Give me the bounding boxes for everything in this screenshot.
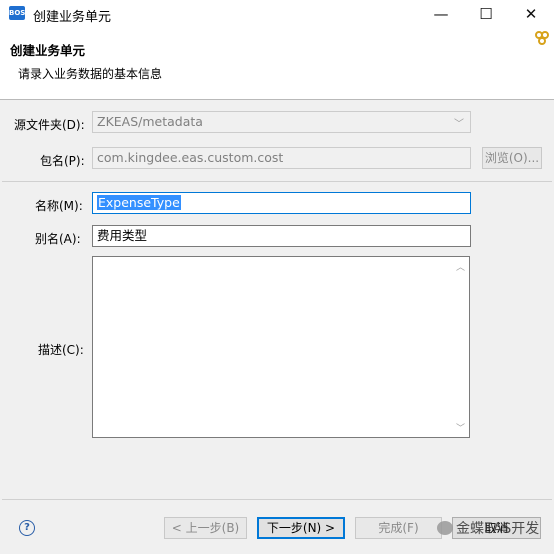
gear-cluster-icon	[535, 30, 549, 46]
separator	[2, 181, 552, 182]
description-label: 描述(C):	[38, 343, 84, 357]
browse-button[interactable]: 浏览(O)...	[482, 147, 542, 169]
watermark-text: 金蝶EAS开发	[456, 521, 540, 537]
name-label: 名称(M):	[35, 199, 83, 213]
back-button[interactable]: < 上一步(B)	[164, 517, 247, 539]
name-field[interactable]: ExpenseType	[92, 192, 471, 214]
bos-app-icon: BOS	[9, 6, 25, 20]
maximize-icon: ☐	[479, 5, 493, 23]
window-title: 创建业务单元	[33, 10, 112, 25]
chevron-down-icon: ﹀	[454, 119, 464, 130]
alias-value: 费用类型	[97, 228, 148, 243]
alias-label: 别名(A):	[35, 232, 81, 246]
close-button[interactable]: ✕	[508, 0, 554, 28]
footer-separator	[2, 499, 552, 500]
description-textarea[interactable]: ︿ ﹀	[92, 256, 470, 438]
wechat-icon	[437, 521, 453, 535]
minimize-button[interactable]: —	[418, 0, 464, 28]
alias-field[interactable]: 费用类型	[92, 225, 471, 247]
minimize-icon: —	[433, 5, 449, 23]
source-folder-label: 源文件夹(D):	[14, 118, 85, 132]
package-value: com.kingdee.eas.custom.cost	[97, 150, 284, 165]
wizard-page-description: 请录入业务数据的基本信息	[18, 67, 163, 81]
source-folder-combo[interactable]: ZKEAS/metadata ﹀	[92, 111, 471, 133]
description-scrollbar[interactable]: ︿ ﹀	[452, 257, 469, 437]
window-titlebar: BOS 创建业务单元 — ☐ ✕	[0, 0, 554, 29]
wizard-banner: 创建业务单元 请录入业务数据的基本信息	[0, 28, 554, 100]
scroll-up-icon[interactable]: ︿	[452, 260, 469, 273]
finish-button[interactable]: 完成(F)	[355, 517, 442, 539]
package-label: 包名(P):	[40, 154, 85, 168]
next-button[interactable]: 下一步(N) >	[257, 517, 345, 539]
maximize-button[interactable]: ☐	[463, 0, 509, 28]
close-icon: ✕	[524, 5, 538, 23]
watermark: 金蝶EAS开发	[437, 518, 539, 538]
scroll-down-icon[interactable]: ﹀	[452, 421, 469, 434]
help-icon[interactable]: ?	[19, 520, 35, 536]
wizard-page-title: 创建业务单元	[10, 43, 86, 58]
name-value: ExpenseType	[97, 195, 181, 210]
package-field[interactable]: com.kingdee.eas.custom.cost	[92, 147, 471, 169]
source-folder-value: ZKEAS/metadata	[97, 114, 203, 129]
